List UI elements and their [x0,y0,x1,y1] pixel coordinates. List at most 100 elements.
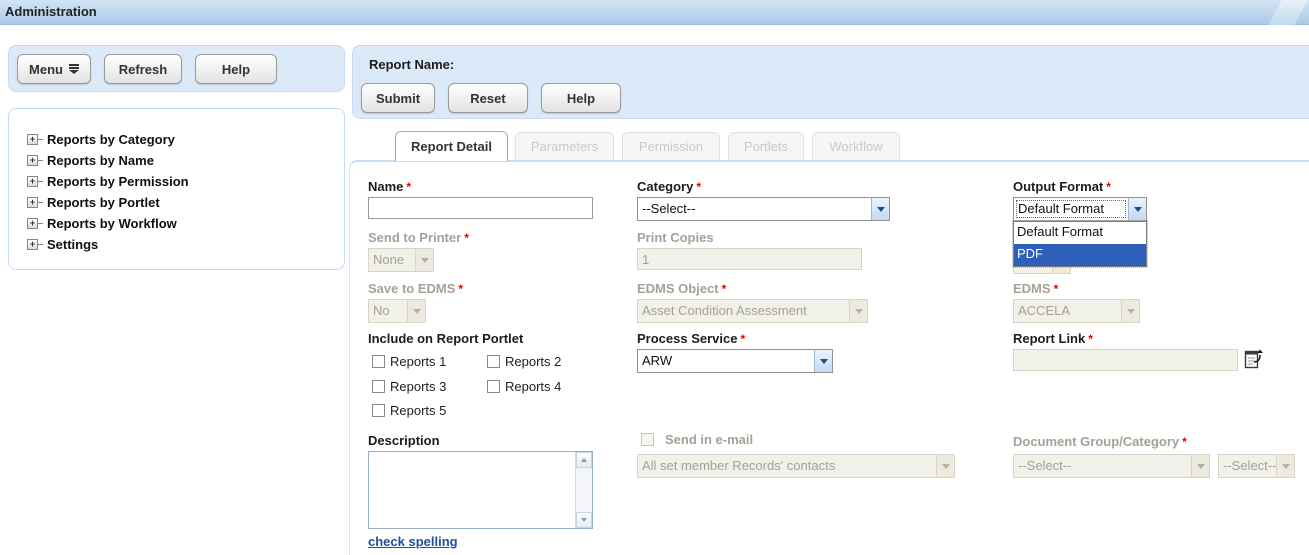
description-textarea-wrap [368,451,593,529]
email-recipients-select: All set member Records' contacts [637,454,955,478]
required-asterisk: * [464,231,469,245]
dropdown-arrow-icon [936,455,954,477]
check-spelling-link[interactable]: check spelling [368,534,458,549]
help-button-right[interactable]: Help [541,83,621,113]
required-asterisk: * [406,180,411,194]
tree-connector [38,181,43,182]
dropdown-arrow-icon [1276,455,1294,477]
required-asterisk: * [696,180,701,194]
category-label: Category* [637,179,701,194]
page-title: Administration [5,4,97,19]
reports-3-checkbox-row[interactable]: Reports 3 [372,379,446,394]
menu-button-label: Menu [29,62,63,77]
expand-plus-icon[interactable]: + [27,176,38,187]
required-asterisk: * [1106,180,1111,194]
dropdown-arrow-icon[interactable] [1128,198,1146,220]
document-group-select: --Select-- [1013,454,1210,478]
include-on-report-portlet-label: Include on Report Portlet [368,331,523,346]
required-asterisk: * [1088,332,1093,346]
dropdown-option-default-format[interactable]: Default Format [1014,222,1146,244]
tab-portlets[interactable]: Portlets [728,132,804,160]
administration-screen: Administration Menu Refresh Help + Repor… [0,0,1309,555]
tab-parameters[interactable]: Parameters [515,132,614,160]
document-category-select: --Select-- [1218,454,1295,478]
help-button-label: Help [567,91,595,106]
document-group-category-label: Document Group/Category* [1013,434,1187,449]
reports-5-checkbox-row[interactable]: Reports 5 [372,403,446,418]
left-toolbar-panel: Menu Refresh Help [8,45,345,92]
menu-button[interactable]: Menu [17,54,91,84]
expand-plus-icon[interactable]: + [27,239,38,250]
required-asterisk: * [722,282,727,296]
dropdown-arrow-icon [415,249,433,271]
dropdown-arrow-icon[interactable] [871,198,889,220]
report-link-picker-icon[interactable] [1244,348,1264,370]
menu-dropdown-icon [69,64,79,74]
tree-item-reports-by-category[interactable]: + Reports by Category [27,129,175,149]
reports-2-checkbox-row[interactable]: Reports 2 [487,354,561,369]
edms-label: EDMS* [1013,281,1058,296]
reports-3-checkbox[interactable] [372,380,385,393]
scroll-up-arrow-icon[interactable] [576,452,592,468]
report-name-label: Report Name: [369,57,454,72]
reset-button[interactable]: Reset [448,83,528,113]
tree-item-reports-by-name[interactable]: + Reports by Name [27,150,154,170]
refresh-button[interactable]: Refresh [104,54,182,84]
tab-workflow[interactable]: Workflow [812,132,900,160]
app-header: Administration [0,0,1309,25]
tree-item-reports-by-portlet[interactable]: + Reports by Portlet [27,192,160,212]
dropdown-option-pdf-highlighted[interactable]: PDF [1014,244,1146,266]
dropdown-arrow-icon [849,300,867,322]
submit-button[interactable]: Submit [361,83,435,113]
report-header-panel: Report Name: Submit Reset Help [352,45,1309,119]
process-service-select[interactable]: ARW [637,349,833,373]
required-asterisk: * [1054,282,1059,296]
dropdown-arrow-icon [1121,300,1139,322]
reports-4-checkbox[interactable] [487,380,500,393]
edms-object-select: Asset Condition Assessment [637,299,868,323]
send-to-printer-select: None [368,248,434,272]
category-select[interactable]: --Select-- [637,197,890,221]
tree-connector [38,202,43,203]
edms-object-label: EDMS Object* [637,281,726,296]
tree-item-reports-by-workflow[interactable]: + Reports by Workflow [27,213,177,233]
tree-connector [38,139,43,140]
reset-button-label: Reset [470,91,505,106]
help-button-left[interactable]: Help [195,54,277,84]
expand-plus-icon[interactable]: + [27,218,38,229]
required-asterisk: * [740,332,745,346]
dropdown-arrow-icon[interactable] [814,350,832,372]
send-in-email-checkbox [641,433,654,446]
refresh-button-label: Refresh [119,62,167,77]
output-format-label: Output Format* [1013,179,1111,194]
textarea-scrollbar[interactable] [575,452,592,528]
report-link-label: Report Link* [1013,331,1093,346]
tree-connector [38,244,43,245]
output-format-dropdown-list: Default Format PDF [1013,221,1147,267]
dropdown-arrow-icon [407,300,425,322]
output-format-select[interactable]: Default Format [1013,197,1147,221]
tree-connector [38,160,43,161]
reports-5-checkbox[interactable] [372,404,385,417]
tree-item-settings[interactable]: + Settings [27,234,98,254]
print-copies-input [637,248,862,270]
name-input[interactable] [368,197,593,219]
tab-permission[interactable]: Permission [622,132,720,160]
dropdown-arrow-icon [1191,455,1209,477]
send-to-printer-label: Send to Printer* [368,230,469,245]
expand-plus-icon[interactable]: + [27,155,38,166]
report-link-input [1013,349,1238,371]
print-copies-label: Print Copies [637,230,714,245]
tab-report-detail[interactable]: Report Detail [395,131,508,161]
reports-1-checkbox[interactable] [372,355,385,368]
scroll-down-arrow-icon[interactable] [576,512,592,528]
reports-4-checkbox-row[interactable]: Reports 4 [487,379,561,394]
description-textarea[interactable] [369,452,575,528]
reports-2-checkbox[interactable] [487,355,500,368]
reports-1-checkbox-row[interactable]: Reports 1 [372,354,446,369]
expand-plus-icon[interactable]: + [27,197,38,208]
save-to-edms-select: No [368,299,426,323]
submit-button-label: Submit [376,91,420,106]
expand-plus-icon[interactable]: + [27,134,38,145]
tree-item-reports-by-permission[interactable]: + Reports by Permission [27,171,189,191]
